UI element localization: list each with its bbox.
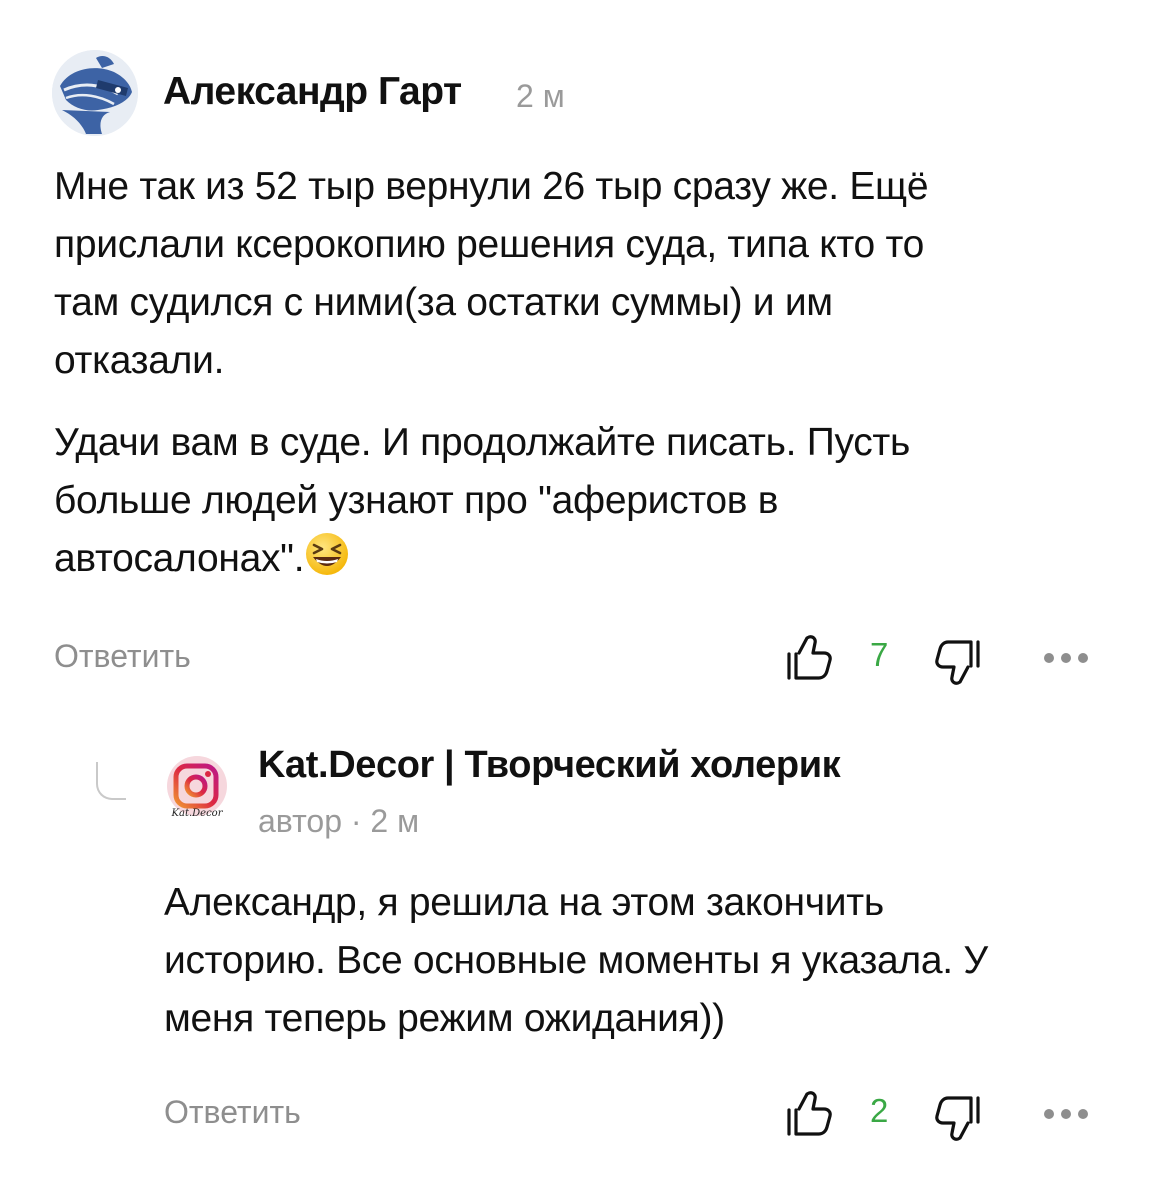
comment-time: 2 м bbox=[516, 78, 565, 114]
thumbs-down-icon[interactable] bbox=[934, 638, 982, 686]
like-count: 7 bbox=[870, 636, 889, 673]
author-name[interactable]: Александр Гарт bbox=[163, 70, 462, 114]
text-line: там судился с ними(за остатки суммы) и и… bbox=[54, 281, 833, 324]
author-meta: автор · 2 м bbox=[258, 803, 420, 839]
text-line: Удачи вам в суде. И продолжайте писать. … bbox=[54, 421, 910, 464]
text-line: меня теперь режим ожидания)) bbox=[164, 997, 725, 1040]
text-line-with-emoji: автосалонах". bbox=[54, 530, 1094, 588]
text-line: Мне так из 52 тыр вернули 26 тыр сразу ж… bbox=[54, 165, 929, 208]
text-line: автосалонах". bbox=[54, 537, 305, 580]
fish-avatar-icon bbox=[52, 50, 138, 136]
avatar-caption: Kat.Decor bbox=[171, 808, 224, 819]
comment-paragraph: Удачи вам в суде. И продолжайте писать. … bbox=[54, 414, 1094, 588]
like-count: 2 bbox=[870, 1092, 889, 1129]
avatar[interactable]: Kat.Decor bbox=[160, 752, 234, 826]
thumbs-down-icon[interactable] bbox=[934, 1094, 982, 1142]
comment-paragraph: Александр, я решила на этом закончить ис… bbox=[164, 874, 1124, 1048]
text-line: отказали. bbox=[54, 339, 225, 382]
author-name[interactable]: Kat.Decor | Творческий холерик bbox=[258, 744, 841, 787]
reply-button[interactable]: Ответить bbox=[164, 1094, 301, 1131]
reply-button[interactable]: Ответить bbox=[54, 638, 191, 675]
comment-paragraph: Мне так из 52 тыр вернули 26 тыр сразу ж… bbox=[54, 158, 1094, 390]
more-dots-icon[interactable] bbox=[1043, 1108, 1089, 1120]
laughing-face-emoji-icon bbox=[306, 533, 349, 575]
instagram-logo-icon: Kat.Decor bbox=[160, 752, 234, 826]
text-line: больше людей узнают про "аферистов в bbox=[54, 479, 779, 522]
text-line: Александр, я решила на этом закончить bbox=[164, 881, 884, 924]
thumbs-up-icon[interactable] bbox=[785, 634, 833, 682]
thread-connector-icon bbox=[96, 762, 126, 800]
more-dots-icon[interactable] bbox=[1043, 652, 1089, 664]
text-line: историю. Все основные моменты я указала.… bbox=[164, 939, 988, 982]
text-line: прислали ксерокопию решения суда, типа к… bbox=[54, 223, 924, 266]
thumbs-up-icon[interactable] bbox=[785, 1090, 833, 1138]
avatar[interactable] bbox=[52, 50, 138, 136]
